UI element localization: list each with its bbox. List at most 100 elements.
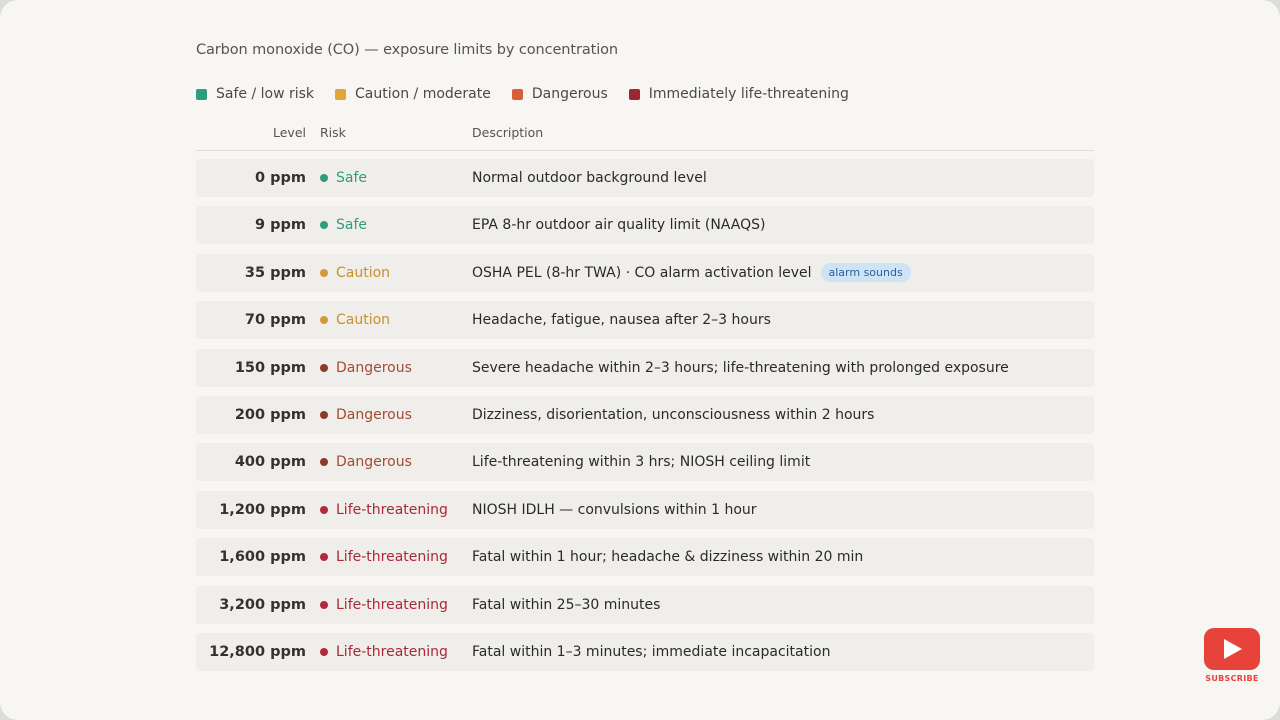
level-cell: 35 ppm bbox=[244, 264, 306, 281]
subscribe-label: SUBSCRIBE bbox=[1205, 674, 1259, 683]
table-row: 3,200 ppm Life-threatening Fatal within 25… bbox=[196, 585, 1094, 624]
risk-label: Dangerous bbox=[336, 359, 412, 376]
slide-frame: Carbon monoxide (CO) — exposure limits b… bbox=[0, 0, 1280, 720]
youtube-play-icon bbox=[1204, 628, 1260, 670]
column-header-level: Level bbox=[273, 124, 306, 140]
risk-label: Life-threatening bbox=[336, 643, 448, 660]
risk-cell: Caution bbox=[306, 265, 458, 281]
table-row: 1,600 ppm Life-threatening Fatal within 1 … bbox=[196, 538, 1094, 577]
description-cell: NIOSH IDLH — convulsions within 1 hour bbox=[458, 502, 1094, 518]
risk-dot-icon bbox=[320, 410, 328, 419]
table-row: 150 ppm Dangerous Severe headache within 2… bbox=[196, 348, 1094, 387]
risk-cell: Life-threatening bbox=[306, 597, 458, 613]
description-cell: OSHA PEL (8-hr TWA) · CO alarm activatio… bbox=[458, 263, 1094, 283]
table-row: 9 ppm Safe EPA 8-hr outdoor air quality li… bbox=[196, 206, 1094, 245]
legend-item: Dangerous bbox=[511, 86, 608, 102]
description-text: Headache, fatigue, nausea after 2–3 hour… bbox=[472, 312, 771, 329]
table-row: 400 ppm Dangerous Life-threatening within … bbox=[196, 443, 1094, 482]
level-cell: 3,200 ppm bbox=[219, 596, 306, 613]
description-text: Severe headache within 2–3 hours; life-t… bbox=[472, 359, 1009, 376]
level-cell: 12,800 ppm bbox=[209, 643, 306, 660]
risk-cell: Dangerous bbox=[306, 407, 458, 423]
risk-label: Dangerous bbox=[336, 406, 412, 423]
table-row: 70 ppm Caution Headache, fatigue, nausea a… bbox=[196, 301, 1094, 340]
risk-cell: Life-threatening bbox=[306, 549, 458, 565]
risk-cell: Dangerous bbox=[306, 454, 458, 470]
description-text: Fatal within 1 hour; headache & dizzines… bbox=[472, 549, 864, 566]
table-body: 0 ppm Safe Normal outdoor background level… bbox=[196, 159, 1094, 671]
risk-dot-icon bbox=[320, 600, 328, 609]
table-row: 1,200 ppm Life-threatening NIOSH IDLH — co… bbox=[196, 490, 1094, 529]
description-cell: Fatal within 1–3 minutes; immediate inca… bbox=[458, 644, 1094, 660]
risk-label: Safe bbox=[336, 170, 368, 186]
table-row: 0 ppm Safe Normal outdoor background level bbox=[196, 159, 1094, 197]
alarm-badge: alarm sounds bbox=[820, 263, 911, 283]
description-cell: Fatal within 25–30 minutes bbox=[458, 597, 1094, 613]
risk-label: Caution bbox=[336, 264, 391, 281]
risk-dot-icon bbox=[320, 174, 328, 182]
description-cell: Dizziness, disorientation, unconsciousne… bbox=[458, 407, 1094, 423]
level-cell: 400 ppm bbox=[234, 454, 306, 471]
risk-label: Life-threatening bbox=[336, 501, 448, 518]
page-title: Carbon monoxide (CO) — exposure limits b… bbox=[196, 42, 618, 58]
legend-swatch bbox=[628, 88, 640, 100]
column-header-risk: Risk bbox=[320, 124, 346, 140]
legend: Safe / low risk Caution / moderate Dangero… bbox=[196, 82, 1094, 106]
legend-label: Dangerous bbox=[531, 86, 608, 102]
legend-label: Immediately life-threatening bbox=[648, 86, 849, 102]
description-text: OSHA PEL (8-hr TWA) · CO alarm activatio… bbox=[472, 264, 812, 281]
description-text: NIOSH IDLH — convulsions within 1 hour bbox=[472, 501, 757, 518]
level-cell: 9 ppm bbox=[254, 217, 306, 234]
risk-cell: Caution bbox=[306, 312, 458, 328]
legend-swatch bbox=[511, 88, 523, 100]
risk-dot-icon bbox=[320, 647, 328, 656]
description-text: Dizziness, disorientation, unconsciousne… bbox=[472, 406, 875, 423]
legend-swatch bbox=[196, 88, 207, 100]
description-text: Fatal within 25–30 minutes bbox=[472, 596, 661, 613]
level-cell: 0 ppm bbox=[254, 170, 306, 186]
table-row: 35 ppm Caution OSHA PEL (8-hr TWA) · CO al… bbox=[196, 253, 1094, 292]
risk-cell: Life-threatening bbox=[306, 502, 458, 518]
table-header: Level Risk Description bbox=[196, 114, 1094, 151]
legend-label: Safe / low risk bbox=[216, 86, 315, 102]
table-row: 200 ppm Dangerous Dizziness, disorientatio… bbox=[196, 395, 1094, 434]
risk-label: Life-threatening bbox=[336, 549, 448, 566]
level-cell: 70 ppm bbox=[244, 312, 306, 329]
risk-label: Dangerous bbox=[336, 454, 412, 471]
level-cell: 1,200 ppm bbox=[219, 501, 306, 518]
description-text: Normal outdoor background level bbox=[472, 170, 707, 186]
risk-dot-icon bbox=[320, 221, 328, 230]
description-cell: Normal outdoor background level bbox=[458, 170, 1094, 186]
risk-label: Life-threatening bbox=[336, 596, 448, 613]
level-cell: 200 ppm bbox=[234, 406, 306, 423]
description-text: Fatal within 1–3 minutes; immediate inca… bbox=[472, 643, 831, 660]
youtube-subscribe-button[interactable]: SUBSCRIBE bbox=[1202, 628, 1262, 688]
level-cell: 1,600 ppm bbox=[219, 549, 306, 566]
table-row: 12,800 ppm Life-threatening Fatal within 1… bbox=[196, 632, 1094, 671]
level-cell: 150 ppm bbox=[234, 359, 306, 376]
description-text: EPA 8-hr outdoor air quality limit (NAAQ… bbox=[472, 217, 766, 234]
risk-cell: Dangerous bbox=[306, 360, 458, 376]
risk-dot-icon bbox=[320, 363, 328, 372]
risk-cell: Safe bbox=[306, 170, 458, 186]
legend-item: Safe / low risk bbox=[196, 86, 314, 102]
legend-item: Caution / moderate bbox=[335, 86, 491, 102]
risk-cell: Life-threatening bbox=[306, 644, 458, 660]
description-cell: Fatal within 1 hour; headache & dizzines… bbox=[458, 549, 1094, 565]
exposure-table-card: Carbon monoxide (CO) — exposure limits b… bbox=[196, 38, 1094, 680]
column-header-description: Description bbox=[472, 124, 544, 140]
description-cell: Headache, fatigue, nausea after 2–3 hour… bbox=[458, 312, 1094, 328]
description-text: Life-threatening within 3 hrs; NIOSH cei… bbox=[472, 454, 811, 471]
risk-label: Caution bbox=[336, 312, 391, 329]
risk-dot-icon bbox=[320, 553, 328, 562]
risk-label: Safe bbox=[336, 217, 368, 234]
legend-item: Immediately life-threatening bbox=[628, 86, 849, 102]
legend-swatch bbox=[335, 88, 347, 100]
description-cell: EPA 8-hr outdoor air quality limit (NAAQ… bbox=[458, 217, 1094, 233]
risk-dot-icon bbox=[320, 268, 328, 277]
description-cell: Life-threatening within 3 hrs; NIOSH cei… bbox=[458, 454, 1094, 470]
risk-dot-icon bbox=[320, 505, 328, 514]
risk-dot-icon bbox=[320, 316, 328, 325]
legend-label: Caution / moderate bbox=[355, 86, 491, 102]
risk-cell: Safe bbox=[306, 217, 458, 233]
